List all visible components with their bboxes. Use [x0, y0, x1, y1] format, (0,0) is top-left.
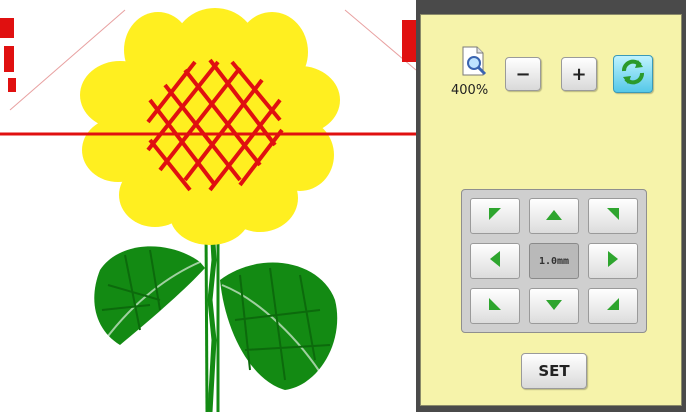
control-panel-frame: 400% − + 1.0mm SET [416, 0, 686, 412]
move-up-left-button[interactable] [470, 198, 520, 234]
arrow-down-icon [546, 297, 562, 315]
embroidery-preview-canvas[interactable] [0, 0, 416, 412]
leaf-left [94, 246, 205, 345]
zoom-in-button[interactable]: + [561, 57, 597, 91]
petals [80, 8, 340, 245]
control-panel: 400% − + 1.0mm SET [420, 14, 682, 406]
move-up-right-button[interactable] [588, 198, 638, 234]
stem [204, 224, 220, 412]
arrow-down-right-icon [606, 297, 620, 316]
arrow-up-icon [546, 207, 562, 225]
set-button-label: SET [538, 362, 570, 380]
sunflower-design [0, 8, 416, 412]
move-arrow-pad: 1.0mm [461, 189, 647, 333]
refresh-icon [618, 57, 648, 91]
move-down-left-button[interactable] [470, 288, 520, 324]
move-right-button[interactable] [588, 243, 638, 279]
magnifier-icon [459, 45, 489, 79]
refresh-button[interactable] [613, 55, 653, 93]
zoom-out-label: − [515, 63, 531, 85]
set-button[interactable]: SET [521, 353, 587, 389]
arrow-right-icon [608, 250, 618, 272]
arrow-down-left-icon [488, 297, 502, 316]
corner-stitch-right [402, 20, 416, 62]
leaf-right [220, 262, 338, 390]
zoom-level-label: 400% [451, 83, 489, 98]
zoom-out-button[interactable]: − [505, 57, 541, 91]
move-down-button[interactable] [529, 288, 579, 324]
move-left-button[interactable] [470, 243, 520, 279]
arrow-left-icon [490, 250, 500, 272]
arrow-up-left-icon [488, 207, 502, 226]
corner-stitch-left [0, 18, 16, 92]
arrow-up-right-icon [606, 207, 620, 226]
move-step-indicator: 1.0mm [529, 243, 579, 279]
move-down-right-button[interactable] [588, 288, 638, 324]
zoom-in-label: + [571, 63, 587, 85]
move-up-button[interactable] [529, 198, 579, 234]
